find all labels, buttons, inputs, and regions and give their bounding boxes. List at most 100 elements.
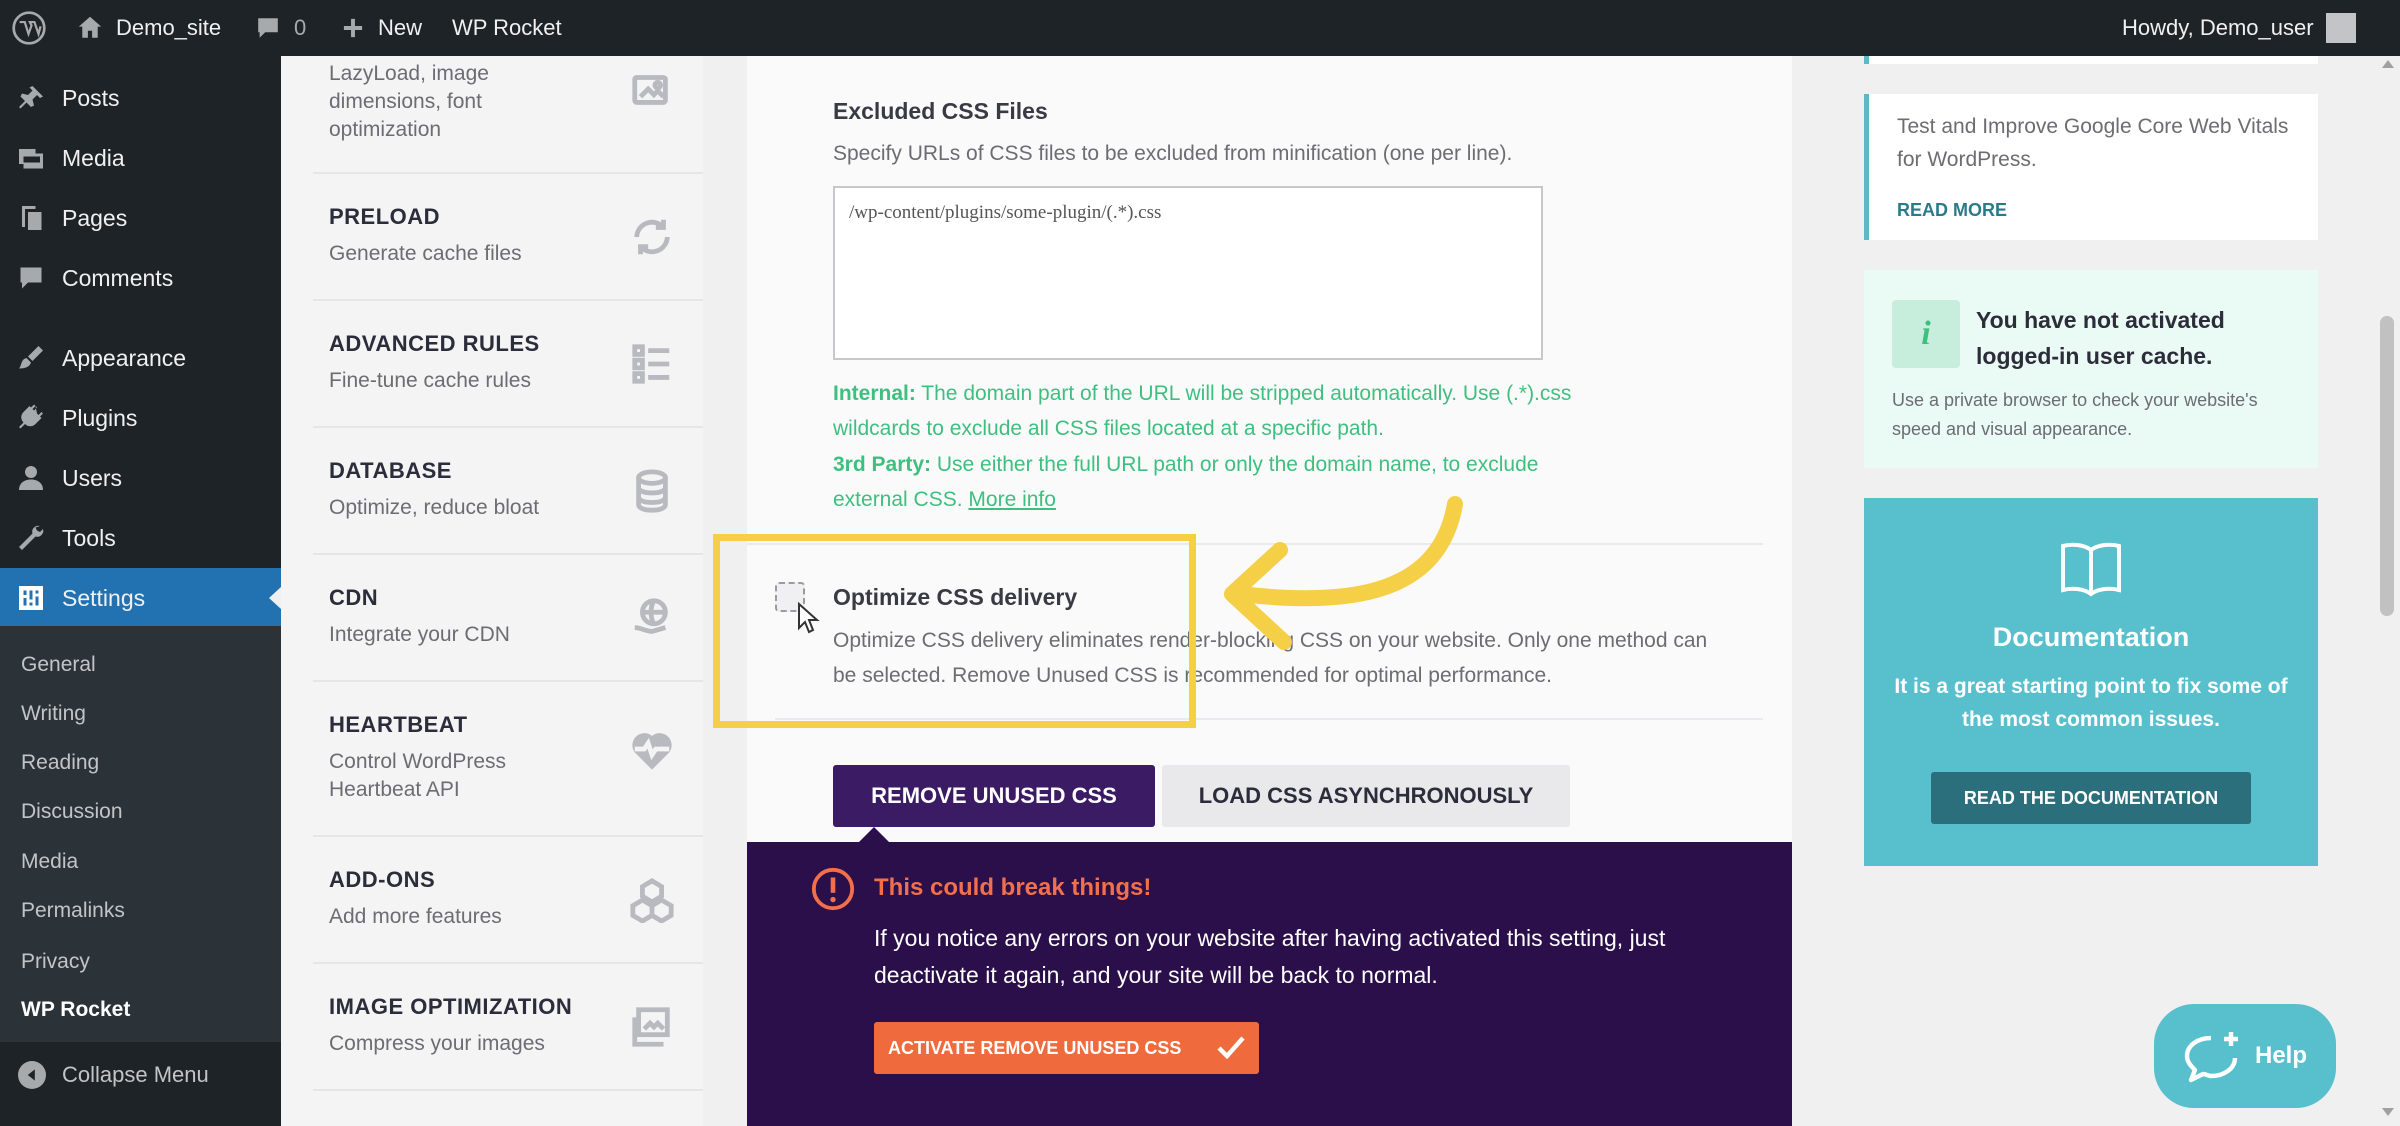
scroll-down-arrow-icon	[2382, 1108, 2394, 1116]
excluded-css-textarea[interactable]: /wp-content/plugins/some-plugin/(.*).css	[833, 186, 1543, 360]
wordpress-logo-icon[interactable]	[12, 0, 46, 56]
brush-icon	[14, 341, 48, 375]
internal-label: Internal:	[833, 382, 916, 405]
nav-entry-desc: Control WordPress Heartbeat API	[329, 750, 507, 801]
sidebar-item-label: Appearance	[62, 344, 187, 371]
scrollbar-thumb[interactable]	[2380, 316, 2394, 616]
highlight-box	[713, 534, 1196, 728]
nav-entry-title: HEARTBEAT	[329, 712, 468, 737]
third-party-label: 3rd Party:	[833, 453, 932, 476]
submenu-item-privacy[interactable]: Privacy	[21, 950, 90, 974]
sidebar-item-appearance[interactable]: Appearance	[0, 329, 281, 387]
sidebar-item-settings[interactable]: Settings	[0, 568, 281, 628]
info-icon: i	[1892, 300, 1960, 368]
sidebar-item-plugins[interactable]: Plugins	[0, 389, 281, 447]
nav-entry-database[interactable]: DATABASE Optimize, reduce bloat	[313, 428, 703, 555]
collapse-label: Collapse Menu	[62, 1062, 209, 1087]
sidebar-item-users[interactable]: Users	[0, 449, 281, 507]
site-name-link[interactable]: Demo_site	[76, 0, 221, 56]
images-icon	[629, 1004, 675, 1050]
warning-panel: This could break things! If you notice a…	[747, 842, 1792, 1126]
tab-pointer	[858, 827, 890, 843]
excluded-css-title: Excluded CSS Files	[833, 98, 1048, 124]
book-icon	[2061, 542, 2121, 597]
sidebar-item-tools[interactable]: Tools	[0, 509, 281, 567]
site-name: Demo_site	[116, 15, 222, 40]
sidebar-item-pages[interactable]: Pages	[0, 189, 281, 247]
activate-remove-unused-css-button[interactable]: ACTIVATE REMOVE UNUSED CSS	[874, 1022, 1259, 1074]
submenu-item-reading[interactable]: Reading	[21, 751, 99, 775]
doc-text: It is a great starting point to fix some…	[1894, 675, 2288, 731]
pages-icon	[14, 201, 48, 235]
user-greeting: Howdy, Demo_user	[2122, 15, 2314, 40]
nav-entry-heartbeat[interactable]: HEARTBEAT Control WordPress Heartbeat AP…	[313, 682, 703, 837]
active-indicator	[269, 587, 281, 609]
sidebar-item-label: Posts	[62, 84, 120, 111]
documentation-card: Documentation It is a great starting poi…	[1864, 498, 2318, 866]
heart-pulse-icon	[629, 726, 675, 772]
nav-entry-title: IMAGE OPTIMIZATION	[329, 994, 573, 1019]
nav-entry-title: CDN	[329, 585, 379, 610]
comments-count: 0	[294, 15, 307, 40]
submenu-item-wp-rocket[interactable]: WP Rocket	[21, 998, 130, 1022]
plug-icon	[14, 401, 48, 435]
internal-text: The domain part of the URL will be strip…	[833, 382, 1572, 440]
warning-text: If you notice any errors on your website…	[874, 925, 1666, 988]
new-content-link[interactable]: New	[340, 0, 422, 56]
help-button[interactable]: Help	[2154, 1004, 2336, 1108]
doc-title: Documentation	[1992, 622, 2190, 652]
card-title: You have not activated logged-in user ca…	[1976, 307, 2225, 369]
nav-entry-title: DATABASE	[329, 458, 452, 483]
cubes-icon	[629, 877, 675, 924]
submenu-item-writing[interactable]: Writing	[21, 702, 86, 726]
sidebar-item-label: Media	[62, 144, 125, 171]
nav-entry-desc: Integrate your CDN	[329, 623, 510, 646]
read-more-link[interactable]: READ MORE	[1897, 200, 2007, 221]
comment-icon	[14, 261, 48, 295]
remove-unused-css-button[interactable]: REMOVE UNUSED CSS	[833, 765, 1155, 827]
sidebar-item-label: Pages	[62, 204, 128, 231]
curved-arrow-icon	[1224, 496, 1463, 650]
user-cache-notice-card: i You have not activated logged-in user …	[1864, 270, 2318, 468]
nav-entry-cdn[interactable]: CDN Integrate your CDN	[313, 555, 703, 682]
nav-entry-advanced-rules[interactable]: ADVANCED RULES Fine-tune cache rules	[313, 301, 703, 428]
nav-entry-image-optimization[interactable]: IMAGE OPTIMIZATION Compress your images	[313, 964, 703, 1091]
sidebar-item-posts[interactable]: Posts	[0, 69, 281, 127]
admin-bar: Demo_site 0 New WP Rocket Howdy, Demo_us…	[0, 0, 2400, 56]
wp-rocket-nav: LazyLoad, image dimensions, font optimiz…	[281, 56, 703, 1126]
nav-entry-title: ADD-ONS	[329, 867, 436, 892]
refresh-icon	[629, 214, 675, 260]
read-documentation-button[interactable]: READ THE DOCUMENTATION	[1931, 772, 2251, 824]
wp-rocket-label: WP Rocket	[452, 15, 562, 40]
submenu-item-permalinks[interactable]: Permalinks	[21, 899, 125, 923]
submenu-item-discussion[interactable]: Discussion	[21, 800, 123, 824]
nav-entry-title: PRELOAD	[329, 204, 441, 229]
sidebar-item-label: Comments	[62, 264, 174, 291]
nav-entry-preload[interactable]: PRELOAD Generate cache files	[313, 174, 703, 301]
comments-link[interactable]: 0	[254, 0, 306, 56]
collapse-menu-button[interactable]: Collapse Menu	[0, 1045, 281, 1105]
wrench-icon	[14, 521, 48, 555]
wp-rocket-link[interactable]: WP Rocket	[452, 0, 562, 56]
nav-entry-desc: Compress your images	[329, 1032, 545, 1055]
comment-bubble-icon	[258, 18, 278, 38]
page-scrollbar[interactable]	[2376, 56, 2400, 1126]
activate-button-label: ACTIVATE REMOVE UNUSED CSS	[888, 1037, 1182, 1058]
collapse-arrow-icon	[18, 1061, 46, 1089]
load-css-async-button[interactable]: LOAD CSS ASYNCHRONOUSLY	[1162, 765, 1570, 827]
card-text: Use a private browser to check your webs…	[1892, 390, 2258, 439]
sidebar-item-media[interactable]: Media	[0, 129, 281, 187]
sidebar-item-comments[interactable]: Comments	[0, 249, 281, 307]
nav-entry-media[interactable]: LazyLoad, image dimensions, font optimiz…	[313, 56, 703, 174]
nav-entry-desc: LazyLoad, image dimensions, font optimiz…	[329, 62, 489, 141]
user-icon	[14, 461, 48, 495]
user-account-link[interactable]: Howdy, Demo_user	[2122, 0, 2356, 56]
nav-entry-title: ADVANCED RULES	[329, 331, 540, 356]
submenu-item-media[interactable]: Media	[21, 850, 78, 874]
submenu-item-general[interactable]: General	[21, 653, 96, 677]
excluded-css-description: Specify URLs of CSS files to be excluded…	[833, 142, 1513, 165]
nav-entry-add-ons[interactable]: ADD-ONS Add more features	[313, 837, 703, 964]
pin-icon	[14, 81, 48, 115]
new-label: New	[378, 15, 423, 40]
more-info-link[interactable]: More info	[968, 488, 1056, 511]
